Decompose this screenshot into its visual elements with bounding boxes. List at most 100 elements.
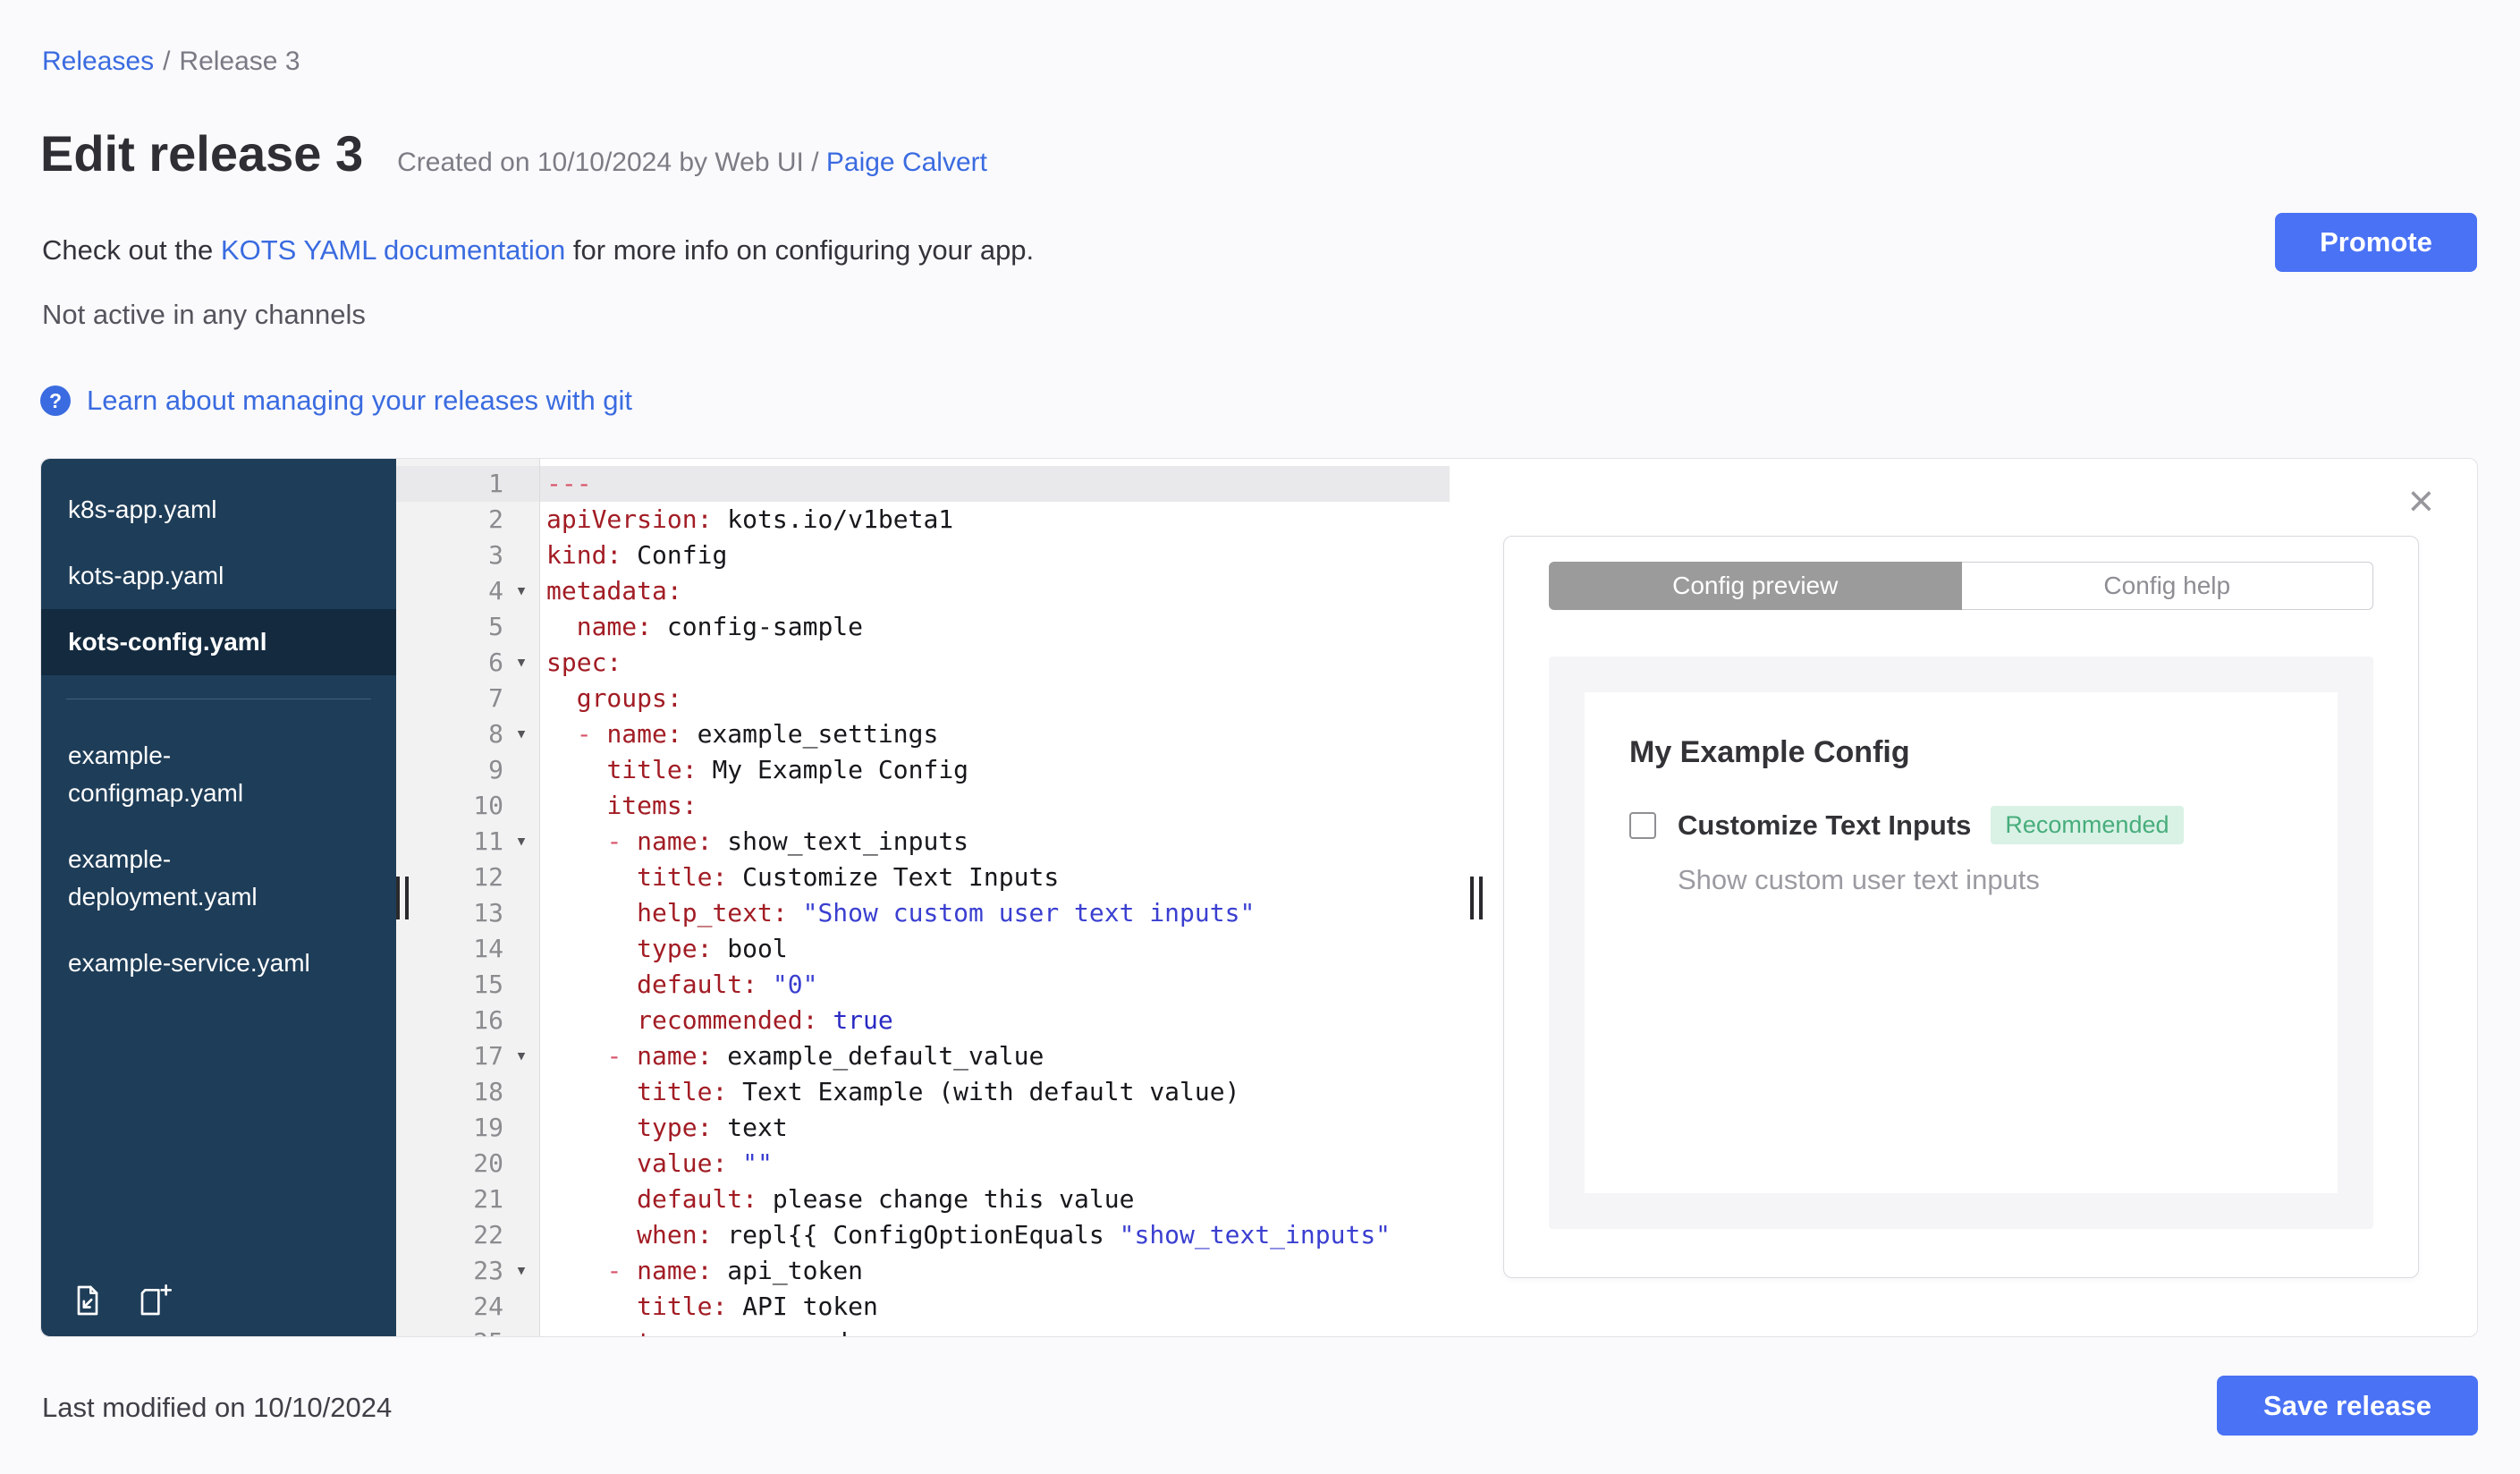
kots-yaml-docs-link[interactable]: KOTS YAML documentation — [221, 234, 565, 266]
help-question-icon[interactable]: ? — [40, 385, 71, 416]
line-gutter: 9 — [396, 752, 539, 788]
line-number: 12 — [473, 862, 503, 892]
config-option-label: Customize Text Inputs — [1678, 809, 1972, 841]
code-line[interactable]: 18 title: Text Example (with default val… — [396, 1074, 1450, 1110]
line-number: 13 — [473, 898, 503, 928]
preview-resize-handle[interactable] — [1470, 877, 1483, 919]
author-link[interactable]: Paige Calvert — [826, 148, 987, 177]
line-gutter: 20 — [396, 1146, 539, 1182]
code-line[interactable]: 20 value: "" — [396, 1146, 1450, 1182]
code-line[interactable]: 5 name: config-sample — [396, 609, 1450, 645]
line-number: 3 — [488, 540, 503, 570]
line-gutter: 22 — [396, 1217, 539, 1253]
code-line[interactable]: 12 title: Customize Text Inputs — [396, 860, 1450, 895]
file-item[interactable]: example- deployment.yaml — [41, 826, 396, 930]
line-number: 6 — [488, 648, 503, 677]
config-option-help-text: Show custom user text inputs — [1678, 864, 2040, 895]
code-line[interactable]: 25 type: password — [396, 1325, 1450, 1336]
promote-button[interactable]: Promote — [2275, 213, 2477, 272]
file-item[interactable]: example- configmap.yaml — [41, 723, 396, 826]
docs-note-prefix: Check out the — [42, 234, 221, 266]
code-line[interactable]: 1 --- — [396, 466, 1450, 502]
code-line[interactable]: 11 ▾ - name: show_text_inputs — [396, 824, 1450, 860]
code-line[interactable]: 14 type: bool — [396, 931, 1450, 967]
code-text: apiVersion: kots.io/v1beta1 — [546, 504, 954, 534]
code-line[interactable]: 7 groups: — [396, 681, 1450, 716]
code-text: title: My Example Config — [606, 755, 969, 784]
fold-arrow-icon[interactable]: ▾ — [503, 824, 539, 860]
code-text: --- — [546, 469, 592, 498]
fold-arrow-icon[interactable]: ▾ — [503, 573, 539, 609]
config-preview-card: Config preview Config help My Example Co… — [1503, 536, 2419, 1278]
resize-bar — [1479, 877, 1483, 919]
docs-note: Check out the KOTS YAML documentation fo… — [42, 234, 1034, 267]
created-meta: Created on 10/10/2024 by Web UI / Paige … — [397, 148, 987, 178]
file-item[interactable]: example-service.yaml — [41, 930, 396, 996]
config-option-row: Customize Text Inputs Recommended — [1629, 806, 2293, 844]
line-number: 15 — [473, 970, 503, 999]
code-line[interactable]: 16 recommended: true — [396, 1003, 1450, 1038]
file-item[interactable]: k8s-app.yaml — [41, 477, 396, 543]
new-file-icon[interactable] — [138, 1283, 173, 1318]
file-item[interactable]: kots-app.yaml — [41, 543, 396, 609]
release-editor-workbench: k8s-app.yaml kots-app.yaml kots-config.yam… — [40, 458, 2478, 1337]
code-text: groups: — [576, 683, 682, 713]
code-line[interactable]: 19 type: text — [396, 1110, 1450, 1146]
git-help-link[interactable]: Learn about managing your releases with … — [87, 385, 632, 417]
page-title: Edit release 3 — [40, 125, 364, 182]
code-line[interactable]: 9 title: My Example Config — [396, 752, 1450, 788]
import-file-icon[interactable] — [70, 1283, 106, 1318]
code-line[interactable]: 8 ▾ - name: example_settings — [396, 716, 1450, 752]
code-line[interactable]: 10 items: — [396, 788, 1450, 824]
code-line[interactable]: 6 ▾ spec: — [396, 645, 1450, 681]
code-line[interactable]: 23 ▾ - name: api_token — [396, 1253, 1450, 1289]
line-gutter: 1 — [396, 466, 539, 502]
line-number: 20 — [473, 1148, 503, 1178]
code-text: kind: Config — [546, 540, 728, 570]
line-number: 22 — [473, 1220, 503, 1250]
code-line[interactable]: 17 ▾ - name: example_default_value — [396, 1038, 1450, 1074]
close-icon[interactable]: × — [2408, 479, 2434, 523]
code-text: title: Text Example (with default value) — [637, 1077, 1240, 1106]
tab-config-preview[interactable]: Config preview — [1549, 562, 1962, 610]
code-line[interactable]: 4 ▾ metadata: — [396, 573, 1450, 609]
line-gutter: 23 ▾ — [396, 1253, 539, 1289]
fold-arrow-icon[interactable]: ▾ — [503, 1253, 539, 1289]
fold-arrow-icon[interactable]: ▾ — [503, 1038, 539, 1074]
recommended-badge: Recommended — [1991, 806, 2184, 844]
code-line[interactable]: 13 help_text: "Show custom user text inp… — [396, 895, 1450, 931]
code-line[interactable]: 3 kind: Config — [396, 538, 1450, 573]
line-number: 23 — [473, 1256, 503, 1285]
line-gutter: 13 — [396, 895, 539, 931]
line-gutter: 3 — [396, 538, 539, 573]
code-line[interactable]: 24 title: API token — [396, 1289, 1450, 1325]
config-group-title: My Example Config — [1629, 735, 1910, 769]
code-line[interactable]: 2 apiVersion: kots.io/v1beta1 — [396, 502, 1450, 538]
line-number: 1 — [488, 469, 503, 498]
code-text: items: — [606, 791, 698, 820]
line-number: 14 — [473, 934, 503, 963]
line-number: 8 — [488, 719, 503, 749]
file-sidebar: k8s-app.yaml kots-app.yaml kots-config.yam… — [41, 459, 396, 1336]
yaml-code-editor[interactable]: 1 --- 2 apiVersion: kots.io/v1beta1 3 kind: C… — [396, 459, 1450, 1336]
code-text: default: "0" — [637, 970, 818, 999]
sidebar-resize-handle[interactable] — [396, 877, 409, 919]
tab-config-help[interactable]: Config help — [1961, 562, 2373, 610]
code-line[interactable]: 21 default: please change this value — [396, 1182, 1450, 1217]
breadcrumb-releases-link[interactable]: Releases — [42, 47, 154, 76]
code-line[interactable]: 15 default: "0" — [396, 967, 1450, 1003]
fold-arrow-icon[interactable]: ▾ — [503, 716, 539, 752]
fold-arrow-icon[interactable]: ▾ — [503, 645, 539, 681]
line-number: 18 — [473, 1077, 503, 1106]
code-line[interactable]: 22 when: repl{{ ConfigOptionEquals "show… — [396, 1217, 1450, 1253]
save-release-button[interactable]: Save release — [2217, 1376, 2478, 1436]
file-item[interactable]: kots-config.yaml — [41, 609, 396, 675]
customize-text-inputs-checkbox[interactable] — [1629, 811, 1656, 839]
line-gutter: 14 — [396, 931, 539, 967]
